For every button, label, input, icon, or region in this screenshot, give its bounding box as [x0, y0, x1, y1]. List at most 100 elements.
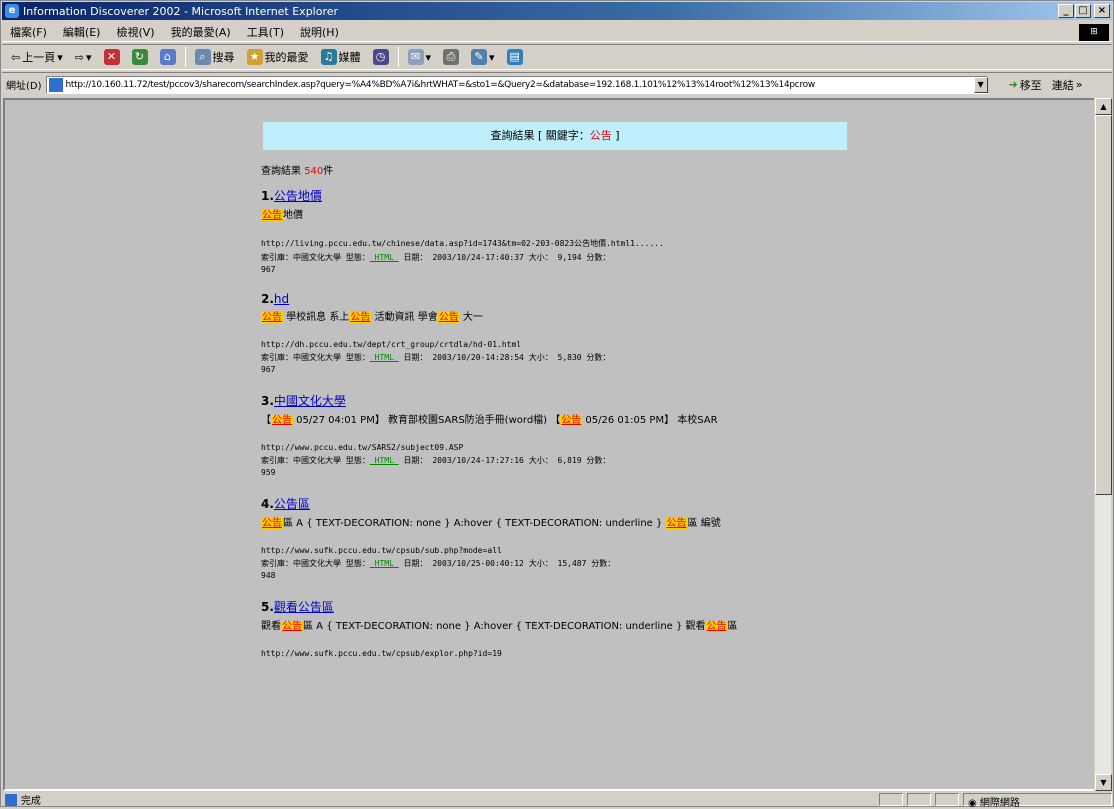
result-url: http://www.pccu.edu.tw/SARS2/subject09.A… — [261, 443, 464, 452]
links-button[interactable]: 連結» — [1049, 74, 1086, 96]
meta-index: 索引庫：中國文化大學 型態： — [261, 559, 370, 568]
window-title: Information Discoverer 2002 - Microsoft … — [23, 4, 339, 18]
keyword-highlight: 公告 — [705, 621, 728, 632]
result-header: 查詢結果 [ 關鍵字：公告 ] — [263, 122, 847, 150]
scroll-thumb[interactable] — [1095, 115, 1112, 495]
search-button[interactable]: ⌕ 搜尋 — [192, 46, 238, 68]
result-number: 3. — [261, 394, 274, 408]
history-icon: ◷ — [372, 49, 389, 65]
discuss-button[interactable]: ▤ — [504, 46, 526, 68]
forward-arrow-icon: ⇨ — [74, 50, 84, 64]
address-dropdown-button[interactable]: ▼ — [973, 76, 988, 93]
menu-favorites[interactable]: 我的最愛(A) — [163, 24, 239, 40]
result-number: 4. — [261, 497, 274, 511]
status-bar: 完成 ◉ 網際網路 — [2, 792, 1112, 809]
address-label: 網址(D) — [6, 81, 42, 92]
result-item: 1.公告地價 公告地價 http://living.pccu.edu.tw/chin… — [261, 187, 861, 276]
menu-view[interactable]: 檢視(V) — [108, 24, 162, 40]
forward-button[interactable]: ⇨ ▾ — [72, 46, 95, 68]
refresh-icon: ↻ — [131, 49, 148, 65]
mail-button[interactable]: ✉ ▾ — [405, 46, 435, 68]
vertical-scrollbar[interactable]: ▲ ▼ — [1094, 98, 1112, 791]
scroll-down-button[interactable]: ▼ — [1095, 774, 1112, 791]
windows-logo-icon: ⊞ — [1079, 24, 1109, 41]
menu-bar: 檔案(F) 編輯(E) 檢視(V) 我的最愛(A) 工具(T) 說明(H) — [2, 22, 1112, 42]
result-snippet: 公告地價 — [261, 208, 861, 224]
result-items: 1.公告地價 公告地價 http://living.pccu.edu.tw/chin… — [261, 187, 861, 658]
dropdown-icon: ▾ — [85, 50, 92, 64]
status-panel — [935, 793, 959, 806]
menu-help[interactable]: 說明(H) — [292, 24, 347, 40]
meta-score: 959 — [261, 468, 276, 477]
favorites-button[interactable]: ★ 我的最愛 — [244, 46, 312, 68]
home-button[interactable]: ⌂ — [157, 46, 179, 68]
result-number: 2. — [261, 292, 274, 306]
result-title: 3.中國文化大學 — [261, 392, 861, 409]
search-icon: ⌕ — [194, 49, 211, 65]
keyword-highlight: 公告 — [261, 312, 283, 323]
address-input[interactable]: http://10.160.11.72/test/pccov3/sharecom… — [45, 75, 988, 94]
dropdown-icon: ▾ — [489, 50, 495, 64]
keyword-highlight: 公告 — [665, 518, 688, 529]
keyword-highlight: 公告 — [271, 415, 293, 426]
close-button[interactable]: × — [1094, 4, 1110, 18]
result-meta: 索引庫：中國文化大學 型態：_HTML_ 日期： 2003/10/24-17:2… — [261, 455, 846, 479]
keyword-highlight: 公告 — [281, 621, 303, 632]
meta-date: 日期： 2003/10/24-17:40:37 大小： 9,194 分數： — [398, 253, 611, 262]
globe-icon: ◉ — [967, 798, 977, 809]
edit-button[interactable]: ✎ ▾ — [468, 46, 498, 68]
menu-file[interactable]: 檔案(F) — [2, 24, 55, 40]
stop-button[interactable]: ✕ — [101, 46, 123, 68]
result-item: 4.公告區公告區 A { TEXT-DECORATION: none } A:h… — [261, 495, 861, 582]
meta-score: 967 — [261, 265, 276, 274]
keyword-highlight: 公告 — [437, 312, 460, 323]
result-link[interactable]: 公告區 — [274, 497, 310, 511]
meta-type: _HTML_ — [369, 353, 399, 362]
snippet-text: 區 — [727, 621, 738, 632]
go-button[interactable]: ➜ 移至 — [1006, 74, 1045, 96]
menu-edit[interactable]: 編輯(E) — [55, 24, 109, 40]
discuss-icon: ▤ — [506, 49, 523, 65]
separator — [397, 47, 399, 67]
dropdown-icon: ▾ — [425, 50, 432, 64]
print-button[interactable]: ⎙ — [440, 46, 462, 68]
header-keyword: 公告 — [589, 129, 612, 142]
result-title: 5.觀看公告區 — [261, 598, 861, 615]
snippet-text: 大一 — [459, 312, 483, 323]
status-panel — [879, 793, 904, 806]
history-button[interactable]: ◷ — [370, 46, 392, 68]
result-url: http://dh.pccu.edu.tw/dept/crt_group/crt… — [261, 340, 522, 349]
snippet-text: 區 A { TEXT-DECORATION: none } A:hover { … — [283, 518, 666, 529]
result-title: 4.公告區 — [261, 495, 861, 512]
result-snippet: 公告 學校訊息 系上公告 活動資訊 學會公告 大一 — [261, 310, 861, 326]
keyword-highlight: 公告 — [261, 518, 283, 529]
result-url: http://living.pccu.edu.tw/chinese/data.a… — [261, 239, 664, 248]
meta-score: 948 — [261, 571, 276, 580]
address-url: http://10.160.11.72/test/pccov3/sharecom… — [65, 79, 816, 90]
refresh-button[interactable]: ↻ — [129, 46, 151, 68]
menu-tools[interactable]: 工具(T) — [239, 24, 292, 40]
result-title: 1.公告地價 — [261, 187, 861, 204]
snippet-text: 活動資訊 學會 — [371, 312, 438, 323]
snippet-text: 05/27 04:01 PM】 教育部校園SARS防治手冊(word檔) 【 — [293, 415, 561, 426]
address-bar: 網址(D) http://10.160.11.72/test/pccov3/sh… — [2, 72, 1112, 96]
meta-type: _HTML_ — [369, 456, 399, 465]
result-snippet: 【公告 05/27 04:01 PM】 教育部校園SARS防治手冊(word檔)… — [261, 413, 861, 429]
result-count: 查詢結果 540件 — [261, 166, 334, 177]
result-link[interactable]: 公告地價 — [274, 189, 322, 203]
title-bar: e Information Discoverer 2002 - Microsof… — [2, 2, 1112, 20]
minimize-button[interactable]: _ — [1058, 4, 1074, 18]
scroll-up-button[interactable]: ▲ — [1095, 98, 1112, 115]
maximize-button[interactable]: □ — [1075, 4, 1091, 18]
chevron-right-icon: » — [1075, 78, 1083, 91]
favorites-icon: ★ — [246, 49, 263, 65]
edit-icon: ✎ — [471, 49, 488, 65]
media-button[interactable]: ♫ 媒體 — [318, 46, 364, 68]
result-link[interactable]: hd — [274, 292, 289, 306]
snippet-text: 05/26 01:05 PM】 本校SAR — [582, 415, 718, 426]
meta-date: 日期： 2003/10/24-17:27:16 大小： 6,819 分數： — [398, 456, 611, 465]
back-button[interactable]: ⇦ 上一頁 ▾ — [8, 46, 66, 68]
result-link[interactable]: 中國文化大學 — [274, 394, 346, 408]
home-icon: ⌂ — [159, 49, 176, 65]
result-link[interactable]: 觀看公告區 — [274, 600, 334, 614]
